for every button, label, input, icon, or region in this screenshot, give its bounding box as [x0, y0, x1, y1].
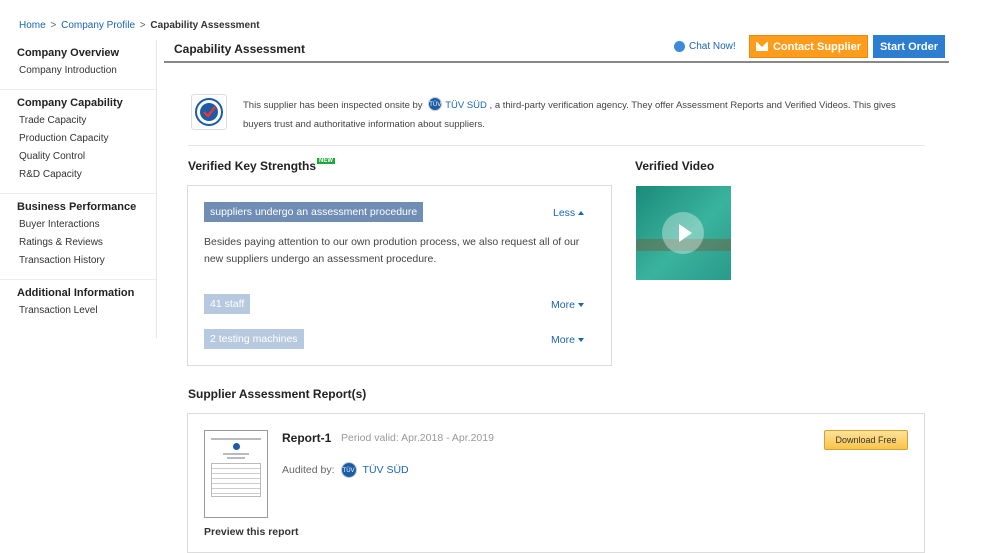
chat-now-link[interactable]: Chat Now! — [674, 41, 736, 52]
verified-video-title: Verified Video — [635, 159, 715, 173]
sidebar-item-buyer-interactions[interactable]: Buyer Interactions — [19, 219, 156, 230]
key-strengths-title: Verified Key Strengths NEW — [188, 158, 336, 173]
verified-video-thumbnail[interactable] — [636, 186, 731, 280]
intro-text-before: This supplier has been inspected onsite … — [243, 100, 423, 111]
nav-title: Company Capability — [17, 97, 123, 109]
sidebar: Company Overview Company Introduction Co… — [0, 40, 157, 338]
strength-description: Besides paying attention to our own prod… — [204, 236, 580, 265]
download-free-button[interactable]: Download Free — [824, 430, 908, 450]
tuv-logo-icon: TÜV — [340, 462, 357, 478]
new-badge: NEW — [317, 158, 336, 164]
nav-title: Business Performance — [17, 201, 137, 213]
audited-by-label: Audited by: — [282, 464, 335, 476]
breadcrumb-current: Capability Assessment — [150, 20, 260, 31]
nav-title: Additional Information — [17, 287, 135, 299]
chat-now-label: Chat Now! — [689, 41, 736, 52]
strength-tag-staff[interactable]: 41 staff — [204, 294, 251, 314]
key-strengths-panel: suppliers undergo an assessment procedur… — [187, 185, 612, 366]
strength-tag-testing-machines[interactable]: 2 testing machines — [204, 329, 304, 349]
caret-down-icon — [577, 303, 584, 308]
report-card: Report-1 Period valid: Apr.2018 - Apr.20… — [187, 413, 925, 553]
report-thumbnail[interactable] — [204, 430, 268, 518]
sidebar-item-trade-capacity[interactable]: Trade Capacity — [19, 115, 156, 126]
play-icon[interactable] — [662, 212, 704, 254]
auditor-name[interactable]: TÜV SÜD — [363, 464, 409, 476]
less-toggle[interactable]: Less — [553, 207, 585, 219]
nav-group-performance: Business Performance Buyer Interactions … — [0, 194, 156, 280]
chat-icon — [674, 41, 685, 52]
contact-supplier-button[interactable]: Contact Supplier — [749, 35, 868, 58]
caret-down-icon — [577, 338, 584, 343]
more-toggle[interactable]: More — [551, 299, 584, 311]
agency-name[interactable]: TÜV SÜD — [445, 100, 487, 111]
nav-group-additional: Additional Information Transaction Level — [0, 280, 156, 329]
page-title: Capability Assessment — [174, 42, 305, 56]
caret-up-icon — [578, 211, 585, 216]
sidebar-item-production-capacity[interactable]: Production Capacity — [19, 133, 156, 144]
breadcrumb-home[interactable]: Home — [19, 20, 46, 31]
page-header: Capability Assessment Chat Now! Contact … — [164, 35, 949, 63]
sidebar-item-transaction-history[interactable]: Transaction History — [19, 255, 156, 266]
tuv-logo-icon: TÜV — [428, 97, 443, 112]
report-period: Period valid: Apr.2018 - Apr.2019 — [341, 432, 494, 444]
sidebar-item-company-introduction[interactable]: Company Introduction — [19, 65, 156, 76]
intro-text: This supplier has been inspected onsite … — [243, 96, 923, 134]
breadcrumb-company-profile[interactable]: Company Profile — [61, 20, 135, 31]
sidebar-item-transaction-level[interactable]: Transaction Level — [19, 305, 156, 316]
sidebar-item-ratings-reviews[interactable]: Ratings & Reviews — [19, 237, 156, 248]
key-strengths-heading: Verified Key Strengths — [188, 159, 317, 173]
inspection-intro: This supplier has been inspected onsite … — [188, 90, 925, 146]
less-toggle-label: Less — [553, 207, 576, 219]
nav-title: Company Overview — [17, 47, 120, 59]
verified-badge-icon — [191, 94, 227, 130]
sidebar-item-quality-control[interactable]: Quality Control — [19, 151, 156, 162]
contact-supplier-label: Contact Supplier — [772, 40, 861, 53]
nav-group-overview: Company Overview Company Introduction — [0, 40, 156, 90]
sidebar-item-rd-capacity[interactable]: R&D Capacity — [19, 169, 156, 180]
report-name: Report-1 — [282, 431, 332, 445]
start-order-button[interactable]: Start Order — [873, 35, 945, 58]
audited-by: Audited by: TÜV TÜV SÜD — [282, 462, 409, 478]
breadcrumb-separator: > — [50, 20, 57, 31]
reports-title: Supplier Assessment Report(s) — [188, 387, 367, 401]
nav-group-capability: Company Capability Trade Capacity Produc… — [0, 90, 156, 194]
breadcrumb: Home > Company Profile > Capability Asse… — [19, 20, 260, 31]
envelope-icon — [755, 42, 768, 51]
more-toggle-label: More — [551, 334, 575, 346]
preview-report-link[interactable]: Preview this report — [204, 526, 299, 538]
more-toggle-label: More — [551, 299, 575, 311]
strength-tag-assessment[interactable]: suppliers undergo an assessment procedur… — [204, 202, 424, 222]
more-toggle[interactable]: More — [551, 334, 584, 346]
breadcrumb-separator: > — [139, 20, 146, 31]
